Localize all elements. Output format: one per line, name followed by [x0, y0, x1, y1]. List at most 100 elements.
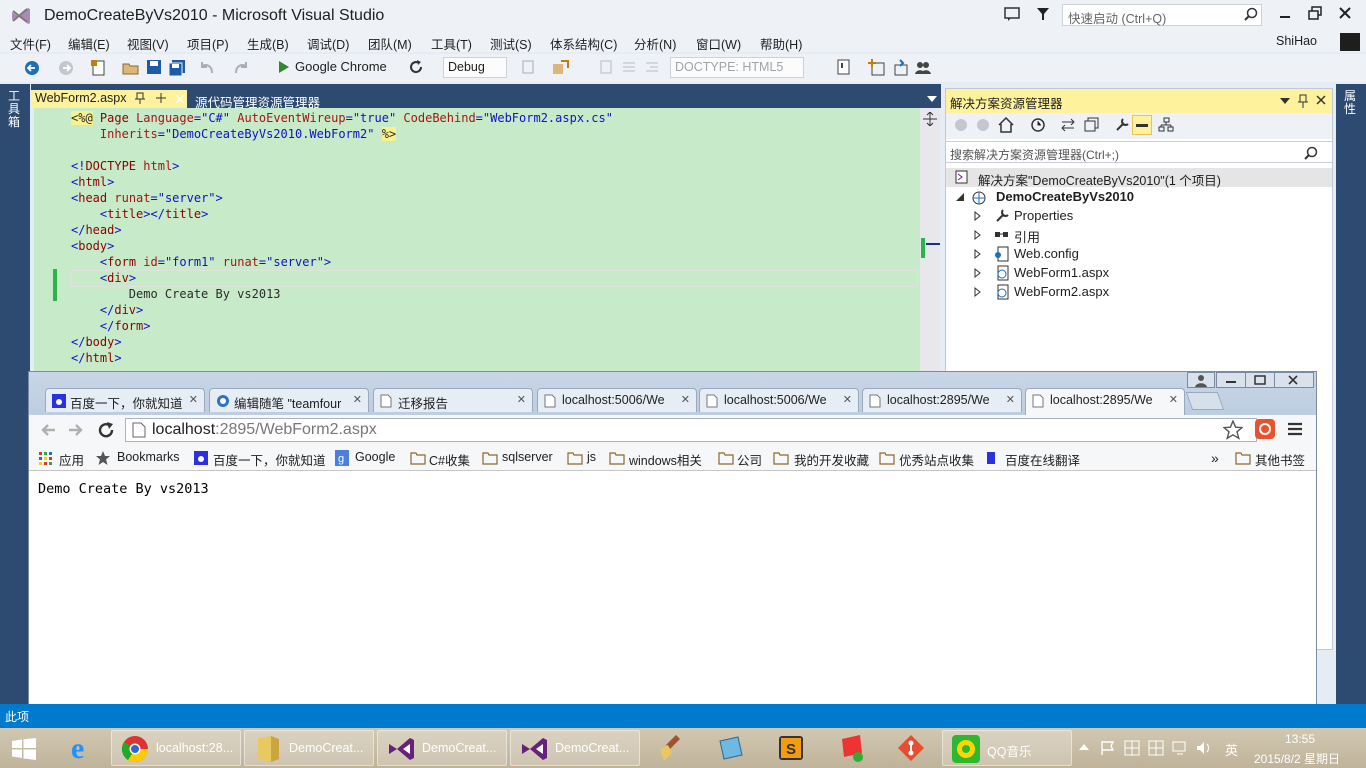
bookmark-company[interactable]: 公司 — [737, 450, 762, 469]
notes-taskbar-button[interactable] — [826, 730, 878, 766]
team-icon[interactable] — [914, 59, 932, 77]
bookmark-csharp[interactable]: C#收集 — [429, 450, 470, 469]
sublime-taskbar-button[interactable]: S — [766, 730, 818, 766]
bookmark-star-icon[interactable] — [1223, 420, 1243, 440]
forward-icon[interactable] — [58, 60, 74, 76]
find-icon[interactable] — [836, 59, 852, 75]
bookmark-apps[interactable]: 应用 — [59, 450, 84, 469]
clock-time[interactable]: 13:55 — [1285, 732, 1315, 746]
browser-tab-3[interactable]: 迁移报告 ✕ — [373, 388, 533, 412]
reload-icon[interactable] — [97, 421, 115, 439]
toolbox-tab[interactable]: 工具箱 — [8, 90, 24, 129]
search-icon[interactable] — [1304, 146, 1318, 160]
tab-float-icon[interactable] — [155, 92, 167, 104]
menu-build[interactable]: 生成(B) — [247, 34, 289, 53]
tab-close-icon[interactable]: ✕ — [517, 393, 526, 406]
menu-file[interactable]: 文件(F) — [10, 34, 51, 53]
bookmark-bookmarks[interactable]: Bookmarks — [117, 450, 180, 464]
address-bar[interactable]: localhost:2895/WebForm2.aspx — [125, 418, 1257, 442]
tab-close-icon[interactable]: ✕ — [189, 393, 198, 406]
qqmusic-taskbar-button[interactable]: QQ音乐 — [942, 730, 1072, 766]
ime-indicator[interactable]: 英 — [1225, 740, 1238, 759]
user-name[interactable]: ShiHao — [1276, 34, 1317, 48]
feedback-icon[interactable] — [1004, 6, 1020, 22]
collapsed-arrow-icon[interactable] — [974, 230, 981, 240]
bookmark-translate[interactable]: 百度在线翻译 — [1005, 450, 1080, 469]
chrome-taskbar-button[interactable]: localhost:28... — [111, 730, 241, 766]
format-icon[interactable] — [621, 59, 637, 75]
refresh-icon[interactable] — [408, 59, 424, 75]
vs-taskbar-button-2[interactable]: DemoCreat... — [510, 730, 640, 766]
forward-icon[interactable] — [976, 118, 990, 132]
minimize-button[interactable] — [1216, 372, 1246, 388]
tree-item-webform2[interactable]: WebForm2.aspx — [946, 282, 1332, 301]
collapsed-arrow-icon[interactable] — [974, 268, 981, 278]
page-info-icon[interactable] — [132, 422, 146, 438]
start-debug-icon[interactable] — [278, 60, 290, 74]
new-tab-button[interactable] — [1185, 392, 1225, 410]
pin-icon[interactable] — [135, 92, 145, 104]
class-view-icon[interactable] — [1158, 117, 1174, 133]
menu-window[interactable]: 窗口(W) — [696, 34, 741, 53]
split-icon[interactable] — [923, 112, 937, 126]
tray-expand-icon[interactable] — [1079, 744, 1089, 750]
flag-icon[interactable] — [1100, 740, 1116, 756]
menu-edit[interactable]: 编辑(E) — [68, 34, 110, 53]
menu-help[interactable]: 帮助(H) — [760, 34, 802, 53]
explorer-taskbar-button[interactable]: DemoCreat... — [244, 730, 374, 766]
browser-tab-6[interactable]: localhost:2895/We ✕ — [862, 388, 1022, 412]
undo-icon[interactable] — [198, 59, 216, 77]
tab-overflow-icon[interactable] — [927, 96, 937, 102]
collapsed-arrow-icon[interactable] — [974, 211, 981, 221]
menu-project[interactable]: 项目(P) — [187, 34, 229, 53]
menu-icon[interactable] — [1287, 421, 1303, 437]
back-icon[interactable] — [954, 118, 968, 132]
expanded-arrow-icon[interactable] — [956, 193, 964, 201]
bookmark-baidu[interactable]: 百度一下，你就知道 — [213, 450, 326, 469]
back-icon[interactable] — [39, 421, 57, 439]
attach-icon[interactable] — [892, 59, 910, 77]
bookmark-other[interactable]: 其他书签 — [1255, 450, 1305, 469]
tab-webform2[interactable]: WebForm2.aspx — [31, 90, 187, 108]
collapsed-arrow-icon[interactable] — [974, 287, 981, 297]
comment-icon[interactable] — [598, 59, 614, 75]
ie-taskbar-button[interactable]: e — [58, 730, 108, 766]
tree-project[interactable]: DemoCreateByVs2010 — [946, 187, 1332, 206]
tab-close-icon[interactable]: ✕ — [1006, 393, 1015, 406]
bookmark-sqlserver[interactable]: sqlserver — [502, 450, 553, 464]
config-select[interactable]: Debug — [443, 57, 507, 78]
tray-app-icon[interactable] — [1148, 740, 1164, 756]
network-icon[interactable] — [1172, 740, 1188, 756]
browser-link-icon[interactable] — [552, 59, 570, 77]
copy-icon[interactable] — [520, 59, 536, 75]
menu-analyze[interactable]: 分析(N) — [634, 34, 676, 53]
grid-icon[interactable] — [1124, 740, 1140, 756]
notepad-taskbar-button[interactable] — [706, 730, 758, 766]
maximize-button[interactable] — [1245, 372, 1275, 388]
filter-icon[interactable] — [1036, 6, 1050, 22]
minimize-button[interactable] — [1278, 6, 1292, 20]
new-project-icon[interactable] — [90, 59, 108, 77]
close-button[interactable] — [1274, 372, 1314, 388]
dropdown-icon[interactable] — [1280, 98, 1290, 104]
clock-date[interactable]: 2015/8/2 星期日 — [1254, 750, 1340, 767]
properties-tab[interactable]: 属性 — [1344, 90, 1360, 116]
menu-architecture[interactable]: 体系结构(C) — [550, 34, 617, 53]
tree-solution[interactable]: 解决方案"DemoCreateByVs2010"(1 个项目) — [946, 168, 1332, 188]
doctype-select[interactable]: DOCTYPE: HTML5 — [670, 57, 804, 78]
home-icon[interactable] — [998, 117, 1014, 133]
avatar[interactable] — [1340, 33, 1360, 51]
menu-debug[interactable]: 调试(D) — [307, 34, 349, 53]
menu-view[interactable]: 视图(V) — [127, 34, 169, 53]
tab-close-icon[interactable]: ✕ — [681, 393, 690, 406]
redo-icon[interactable] — [232, 59, 250, 77]
browser-tab-1[interactable]: 百度一下，你就知道 ✕ — [45, 388, 205, 412]
close-icon[interactable] — [1316, 95, 1326, 105]
tab-close-icon[interactable] — [175, 94, 185, 104]
tree-item-webconfig[interactable]: Web.config — [946, 244, 1332, 263]
add-item-icon[interactable] — [868, 59, 886, 77]
collapsed-arrow-icon[interactable] — [974, 249, 981, 259]
tree-item-properties[interactable]: Properties — [946, 206, 1332, 225]
tab-close-icon[interactable]: ✕ — [843, 393, 852, 406]
quick-launch-input[interactable]: 快速启动 (Ctrl+Q) — [1062, 4, 1262, 26]
